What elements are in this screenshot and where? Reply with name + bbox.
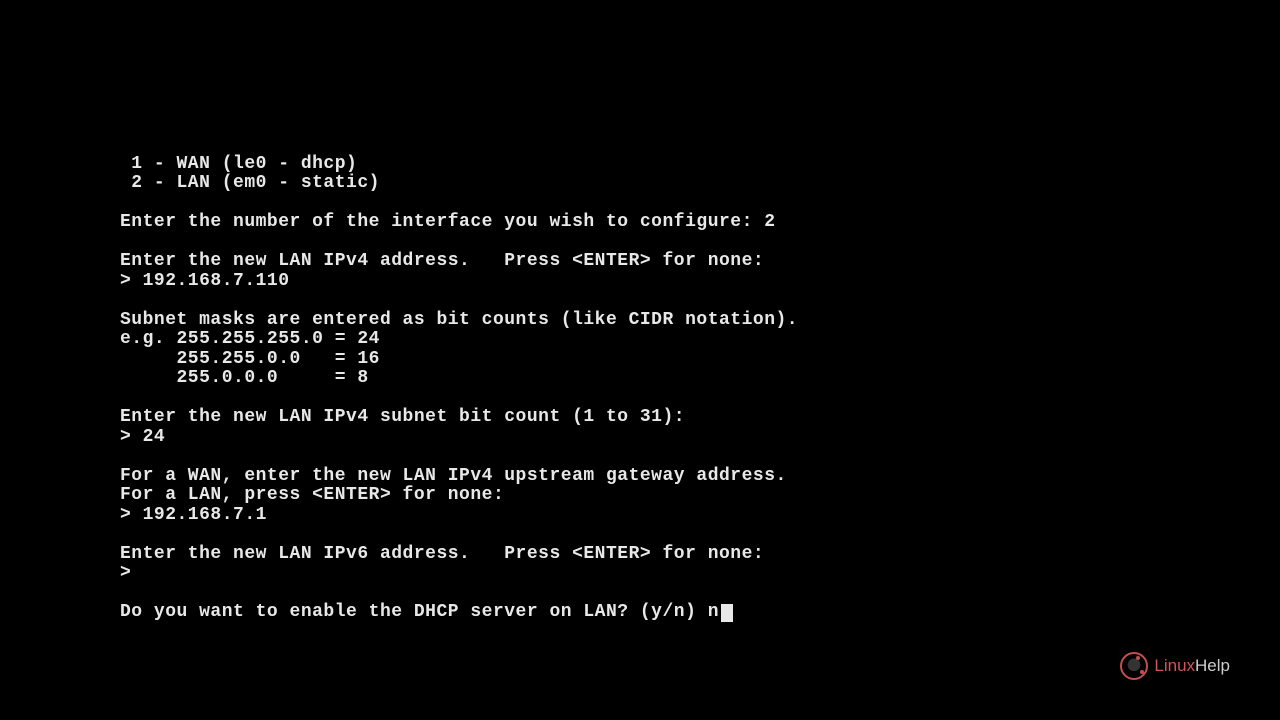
logo-text: LinuxHelp <box>1154 656 1230 676</box>
input-gateway: > 192.168.7.1 <box>120 505 267 525</box>
subnet-info-2: e.g. 255.255.255.0 = 24 <box>120 329 380 349</box>
prompt-interface-number: Enter the number of the interface you wi… <box>120 212 776 232</box>
input-subnet-bits: > 24 <box>120 427 165 447</box>
input-ipv4-address: > 192.168.7.110 <box>120 271 290 291</box>
subnet-info-4: 255.0.0.0 = 8 <box>120 368 369 388</box>
terminal-output[interactable]: 1 - WAN (le0 - dhcp) 2 - LAN (em0 - stat… <box>120 135 798 623</box>
prompt-dhcp: Do you want to enable the DHCP server on… <box>120 602 719 622</box>
prompt-ipv4-address: Enter the new LAN IPv4 address. Press <E… <box>120 251 764 271</box>
gateway-info-2: For a LAN, press <ENTER> for none: <box>120 485 504 505</box>
watermark-logo: LinuxHelp <box>1120 652 1230 680</box>
prompt-ipv6-address: Enter the new LAN IPv6 address. Press <E… <box>120 544 764 564</box>
cursor-icon <box>721 604 733 622</box>
subnet-info-1: Subnet masks are entered as bit counts (… <box>120 310 798 330</box>
subnet-info-3: 255.255.0.0 = 16 <box>120 349 380 369</box>
prompt-subnet-bits: Enter the new LAN IPv4 subnet bit count … <box>120 407 685 427</box>
linuxhelp-icon <box>1120 652 1148 680</box>
input-ipv6-address: > <box>120 563 131 583</box>
interface-option-1: 1 - WAN (le0 - dhcp) <box>120 154 357 174</box>
gateway-info-1: For a WAN, enter the new LAN IPv4 upstre… <box>120 466 787 486</box>
interface-option-2: 2 - LAN (em0 - static) <box>120 173 380 193</box>
